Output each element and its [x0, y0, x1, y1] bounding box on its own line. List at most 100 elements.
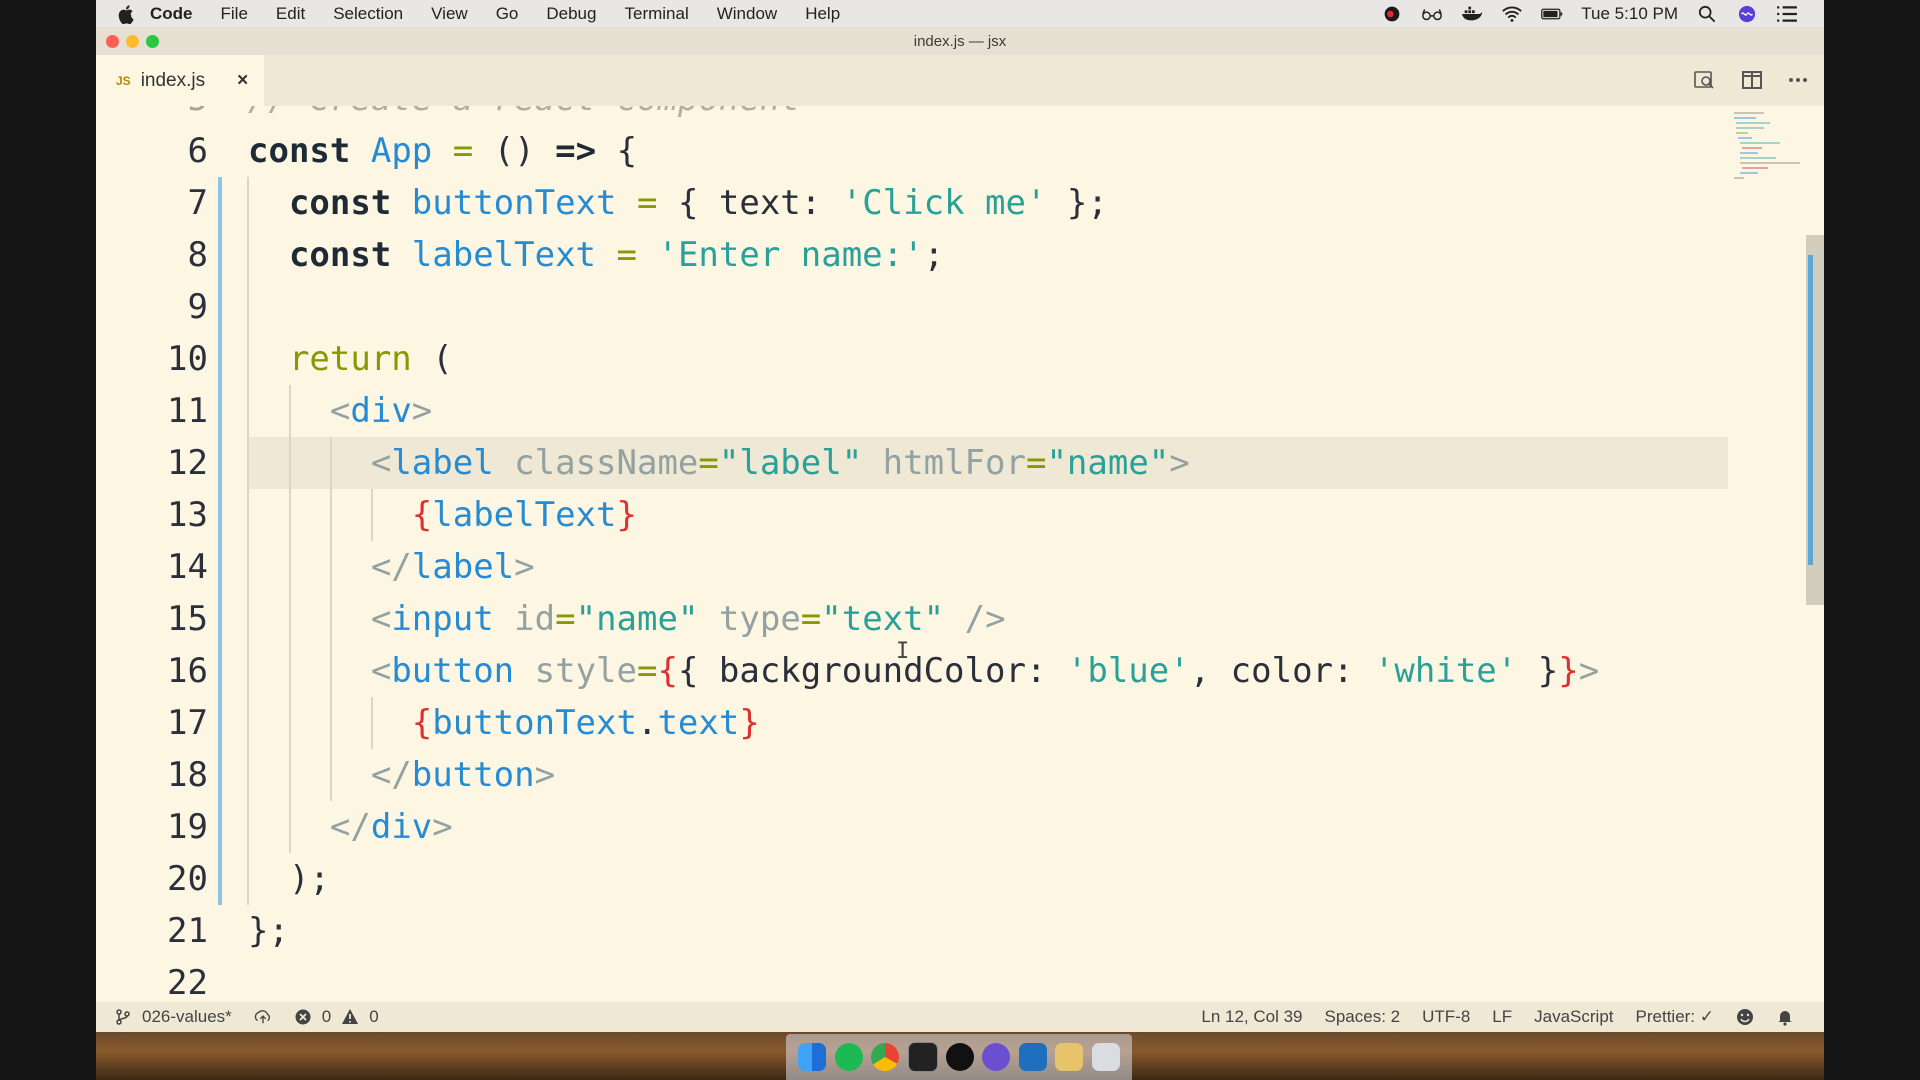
more-actions-icon[interactable]	[1786, 69, 1810, 91]
menu-file[interactable]: File	[221, 4, 248, 24]
active-indent-guide	[218, 177, 222, 905]
status-tray: Tue 5:10 PM	[1381, 0, 1798, 27]
code-line: 20 );	[96, 853, 1728, 905]
indent-guide	[371, 489, 373, 541]
menu-selection[interactable]: Selection	[333, 4, 403, 24]
code-editor[interactable]: 5 // Create a react component 6 const Ap…	[96, 106, 1728, 996]
code-text: <label className="label" htmlFor="name">	[370, 443, 1190, 483]
code-line: 15 <input id="name" type="text" />	[96, 593, 1728, 645]
docker-icon[interactable]	[1461, 5, 1483, 23]
sync-icon[interactable]	[254, 1008, 272, 1026]
folder-dock-icon[interactable]	[1055, 1043, 1084, 1071]
tab-index-js[interactable]: JS index.js ×	[96, 55, 264, 106]
screen: Code File Edit Selection View Go Debug T…	[96, 0, 1824, 1080]
prettier-status[interactable]: Prettier: ✓	[1636, 1007, 1714, 1027]
menubar-clock[interactable]: Tue 5:10 PM	[1581, 4, 1678, 24]
menu-view[interactable]: View	[431, 4, 468, 24]
obs-dock-icon[interactable]	[945, 1043, 974, 1071]
tab-close-button[interactable]: ×	[237, 70, 248, 92]
code-line: 9	[96, 281, 1728, 333]
end-of-line[interactable]: LF	[1492, 1007, 1512, 1027]
menu-terminal[interactable]: Terminal	[624, 4, 688, 24]
js-file-icon: JS	[116, 73, 131, 88]
code-line: 21 };	[96, 905, 1728, 957]
zoom-window-button[interactable]	[146, 35, 159, 48]
code-line: 22	[96, 957, 1728, 996]
line-number: 14	[167, 547, 208, 587]
code-text: const labelText = 'Enter name:';	[288, 235, 945, 275]
app-dock-icon[interactable]	[982, 1043, 1011, 1071]
creative-cloud-icon[interactable]	[1381, 5, 1403, 23]
window-title: index.js — jsx	[913, 32, 1007, 50]
language-mode[interactable]: JavaScript	[1534, 1007, 1613, 1027]
status-bar: 026-values* 0 0 Ln 12, Col 39 Spaces: 2 …	[96, 1002, 1824, 1032]
menu-go[interactable]: Go	[496, 4, 519, 24]
chrome-dock-icon[interactable]	[871, 1043, 900, 1071]
split-editor-icon[interactable]	[1740, 69, 1764, 91]
scrollbar-thumb[interactable]	[1808, 255, 1813, 565]
apple-icon[interactable]	[118, 4, 136, 24]
file-encoding[interactable]: UTF-8	[1422, 1007, 1470, 1027]
trash-dock-icon[interactable]	[1091, 1043, 1120, 1071]
cursor-position[interactable]: Ln 12, Col 39	[1201, 1007, 1302, 1027]
vertical-scrollbar[interactable]	[1806, 235, 1824, 605]
line-number: 11	[167, 391, 208, 431]
notification-center-icon[interactable]	[1776, 5, 1798, 23]
code-text: </div>	[329, 807, 453, 847]
line-number: 20	[167, 859, 208, 899]
battery-icon[interactable]	[1541, 5, 1563, 23]
code-text: <div>	[329, 391, 433, 431]
code-line: 17 {buttonText.text}	[96, 697, 1728, 749]
code-text: const App = () => {	[248, 131, 638, 171]
indentation[interactable]: Spaces: 2	[1325, 1007, 1401, 1027]
menu-help[interactable]: Help	[805, 4, 840, 24]
line-number: 16	[167, 651, 208, 691]
siri-icon[interactable]	[1736, 5, 1758, 23]
line-number: 22	[167, 963, 208, 996]
code-line: 13 {labelText}	[96, 489, 1728, 541]
dock-bar	[786, 1034, 1132, 1080]
code-line: 8 const labelText = 'Enter name:';	[96, 229, 1728, 281]
git-branch[interactable]: 026-values*	[142, 1007, 232, 1027]
line-number: 12	[167, 443, 208, 483]
warning-count[interactable]: 0	[369, 1007, 378, 1027]
line-number: 7	[187, 183, 208, 223]
glasses-icon[interactable]	[1421, 5, 1443, 23]
terminal-dock-icon[interactable]	[907, 1042, 938, 1072]
spotify-dock-icon[interactable]	[834, 1043, 863, 1071]
finder-dock-icon[interactable]	[798, 1043, 827, 1071]
close-window-button[interactable]	[106, 35, 119, 48]
indent-guide	[371, 697, 373, 749]
bell-icon[interactable]	[1776, 1008, 1794, 1026]
code-line: 19 </div>	[96, 801, 1728, 853]
code-line: 6 const App = () => {	[96, 125, 1728, 177]
search-references-icon[interactable]	[1692, 69, 1716, 91]
warning-icon[interactable]	[341, 1008, 359, 1026]
line-number: 18	[167, 755, 208, 795]
vscode-dock-icon[interactable]	[1018, 1043, 1047, 1071]
comment-text: // Create a react component	[248, 106, 801, 119]
spotlight-icon[interactable]	[1696, 5, 1718, 23]
code-text: </button>	[370, 755, 556, 795]
code-text: return (	[288, 339, 453, 379]
vscode-window: index.js — jsx JS index.js × 5 // Create…	[96, 27, 1824, 1032]
error-icon[interactable]	[294, 1008, 312, 1026]
tab-bar: JS index.js ×	[96, 55, 1824, 106]
code-line: 14 </label>	[96, 541, 1728, 593]
line-number: 5	[96, 106, 208, 125]
wifi-icon[interactable]	[1501, 5, 1523, 23]
code-line: 7 const buttonText = { text: 'Click me' …	[96, 177, 1728, 229]
code-text: {labelText}	[411, 495, 637, 535]
line-number: 9	[187, 287, 208, 327]
menu-window[interactable]: Window	[717, 4, 777, 24]
feedback-smiley-icon[interactable]	[1736, 1008, 1754, 1026]
menu-code[interactable]: Code	[150, 4, 193, 24]
line-number: 13	[167, 495, 208, 535]
menu-debug[interactable]: Debug	[546, 4, 596, 24]
menu-edit[interactable]: Edit	[276, 4, 305, 24]
minimize-window-button[interactable]	[126, 35, 139, 48]
code-text: // Create a react component	[248, 106, 801, 125]
branch-icon	[116, 1009, 130, 1025]
code-line: 10 return (	[96, 333, 1728, 385]
error-count[interactable]: 0	[322, 1007, 331, 1027]
